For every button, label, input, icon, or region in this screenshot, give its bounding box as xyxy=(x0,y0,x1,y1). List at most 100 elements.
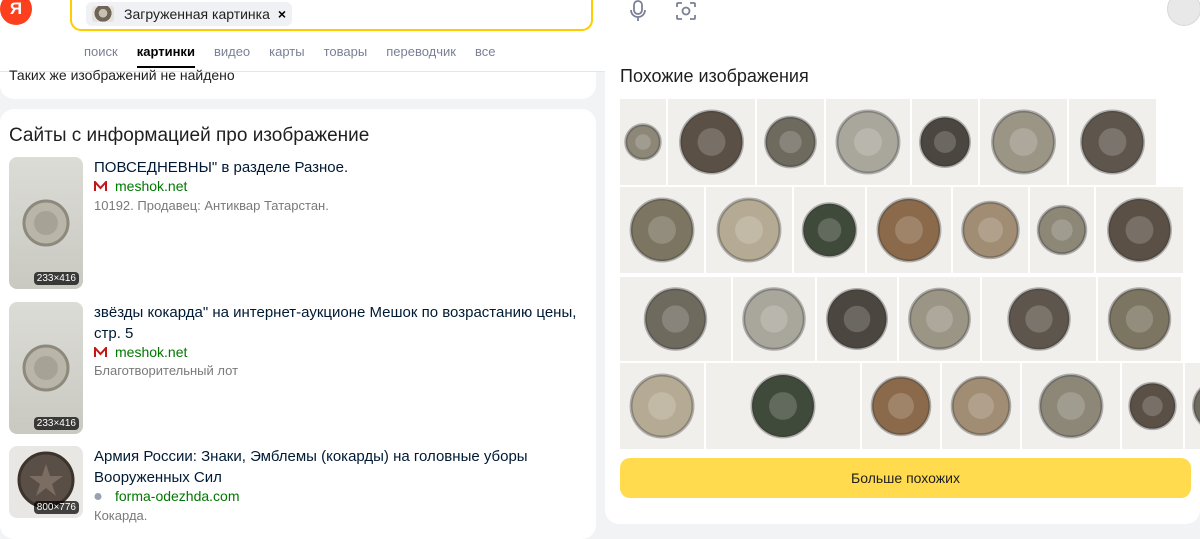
cockade-image xyxy=(1036,204,1088,256)
similar-image-tile[interactable] xyxy=(1185,363,1200,449)
cockade-image xyxy=(835,109,901,175)
site-description: Благотворительный лот xyxy=(94,363,239,378)
tab-images[interactable]: картинки xyxy=(136,44,195,68)
site-description: 10192. Продавец: Антиквар Татарстан. xyxy=(94,198,329,213)
meshok-icon xyxy=(94,180,107,191)
similar-image-tile[interactable] xyxy=(794,187,865,273)
cockade-image xyxy=(643,287,708,351)
uploaded-image-chip[interactable]: Загруженная картинка × xyxy=(86,2,293,26)
similar-image-tile[interactable] xyxy=(980,99,1067,185)
similar-image-tile[interactable] xyxy=(668,99,755,185)
avatar[interactable] xyxy=(1167,0,1200,26)
site-host-text: meshok.net xyxy=(115,344,188,360)
cockade-image xyxy=(825,287,889,351)
same-images-not-found: Таких же изображений не найдено xyxy=(9,67,235,83)
cockade-image xyxy=(1128,381,1177,431)
similar-image-tile[interactable] xyxy=(862,363,940,449)
site-thumbnail[interactable]: 233×416 xyxy=(9,157,83,289)
similar-image-tile[interactable] xyxy=(912,99,978,185)
site-title-link[interactable]: ПОВСЕДНЕВНЫ" в разделе Разное. xyxy=(94,157,584,178)
site-host-text: forma-odezhda.com xyxy=(115,488,240,504)
similar-image-tile[interactable] xyxy=(733,277,815,361)
similar-image-tile[interactable] xyxy=(826,99,910,185)
globe-icon xyxy=(94,492,102,500)
image-size-badge: 233×416 xyxy=(33,417,79,430)
cockade-image xyxy=(750,373,816,439)
cockade-image xyxy=(1080,109,1145,175)
tab-video[interactable]: видео xyxy=(214,44,250,68)
tab-products[interactable]: товары xyxy=(324,44,368,68)
site-thumbnail[interactable]: 233×416 xyxy=(9,302,83,434)
search-tabs: поиск картинки видео карты товары перево… xyxy=(84,44,514,68)
more-similar-button[interactable]: Больше похожих xyxy=(620,458,1191,498)
cockade-image xyxy=(22,344,70,392)
similar-images-card: Похожие изображения Больше похожих xyxy=(605,55,1200,524)
similar-image-tile[interactable] xyxy=(706,187,792,273)
similar-image-tile[interactable] xyxy=(620,277,731,361)
similar-images-title: Похожие изображения xyxy=(620,66,809,86)
similar-image-tile[interactable] xyxy=(620,363,704,449)
cockade-image xyxy=(742,287,806,351)
sites-card: Сайты с информацией про изображение 233×… xyxy=(0,109,596,539)
cockade-image xyxy=(764,115,817,169)
cockade-image xyxy=(919,116,971,168)
cockade-image xyxy=(950,375,1012,437)
similar-image-tile[interactable] xyxy=(942,363,1020,449)
cockade-image xyxy=(716,197,782,263)
uploaded-image-thumbnail xyxy=(92,6,114,22)
similar-image-tile[interactable] xyxy=(706,363,860,449)
sites-title: Сайты с информацией про изображение xyxy=(9,125,370,146)
similar-image-tile[interactable] xyxy=(953,187,1028,273)
similar-image-tile[interactable] xyxy=(620,99,666,185)
cockade-image xyxy=(629,373,695,439)
site-host-link[interactable]: meshok.net xyxy=(94,178,187,194)
site-host-link[interactable]: forma-odezhda.com xyxy=(94,488,240,504)
same-images-card: Таких же изображений не найдено xyxy=(0,67,596,99)
camera-search-icon[interactable] xyxy=(675,0,697,22)
cockade-image xyxy=(1107,287,1172,351)
site-thumbnail[interactable]: 800×776 xyxy=(9,446,83,518)
microphone-icon[interactable] xyxy=(627,0,649,22)
search-bar[interactable]: Загруженная картинка × xyxy=(70,0,593,31)
meshok-icon xyxy=(94,346,107,357)
similar-image-tile[interactable] xyxy=(1096,187,1183,273)
site-title-link[interactable]: звёзды кокарда" на интернет-аукционе Меш… xyxy=(94,302,584,344)
similar-image-tile[interactable] xyxy=(757,99,824,185)
cockade-image xyxy=(876,197,942,263)
image-size-badge: 800×776 xyxy=(33,501,79,514)
tab-all[interactable]: все xyxy=(475,44,496,68)
cockade-image xyxy=(629,197,695,263)
site-description: Кокарда. xyxy=(94,508,148,523)
cockade-image xyxy=(1038,373,1104,439)
yandex-logo[interactable]: Я xyxy=(0,0,32,25)
site-host-link[interactable]: meshok.net xyxy=(94,344,187,360)
site-title-link[interactable]: Армия России: Знаки, Эмблемы (кокарды) н… xyxy=(94,446,584,488)
uploaded-image-label: Загруженная картинка xyxy=(124,6,270,22)
cockade-image xyxy=(624,123,662,161)
similar-image-tile[interactable] xyxy=(1022,363,1120,449)
image-size-badge: 233×416 xyxy=(33,272,79,285)
cockade-image xyxy=(1107,197,1172,263)
similar-image-tile[interactable] xyxy=(817,277,897,361)
tab-translator[interactable]: переводчик xyxy=(386,44,456,68)
cockade-image xyxy=(991,109,1056,175)
similar-image-tile[interactable] xyxy=(1122,363,1183,449)
similar-image-tile[interactable] xyxy=(620,187,704,273)
site-host-text: meshok.net xyxy=(115,178,188,194)
cockade-image xyxy=(1192,387,1200,425)
cockade-image xyxy=(908,287,971,351)
cockade-image xyxy=(1007,287,1071,351)
similar-image-tile[interactable] xyxy=(1098,277,1181,361)
similar-image-tile[interactable] xyxy=(1030,187,1094,273)
cockade-image xyxy=(961,200,1020,260)
similar-image-tile[interactable] xyxy=(899,277,980,361)
similar-image-tile[interactable] xyxy=(867,187,951,273)
cockade-image xyxy=(801,202,858,258)
cockade-image xyxy=(22,199,70,247)
cockade-image xyxy=(870,375,932,437)
close-icon[interactable]: × xyxy=(278,6,286,22)
tab-maps[interactable]: карты xyxy=(269,44,304,68)
tab-search[interactable]: поиск xyxy=(84,44,118,68)
similar-image-tile[interactable] xyxy=(982,277,1096,361)
similar-image-tile[interactable] xyxy=(1069,99,1156,185)
